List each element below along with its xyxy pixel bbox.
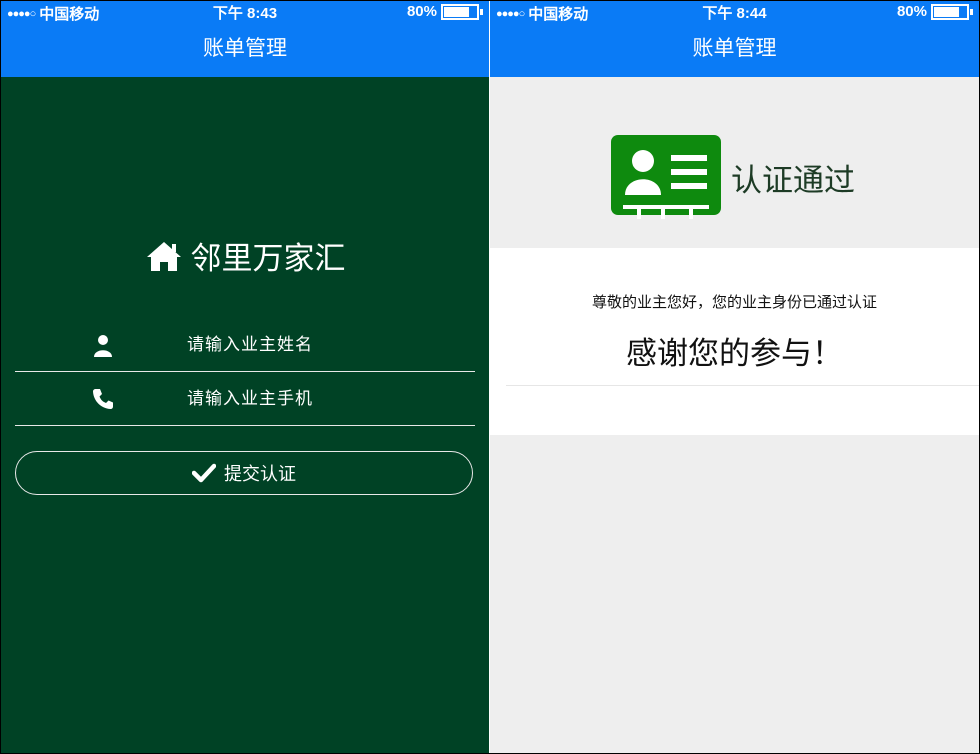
verification-message: 尊敬的业主您好，您的业主身份已通过认证 xyxy=(591,293,877,311)
battery-icon xyxy=(441,3,479,20)
thanks-message: 感谢您的参与！ xyxy=(626,336,843,372)
status-bar: ●●●●○ 中国移动 下午 8:43 80% xyxy=(1,1,489,23)
nav-bar: 账单管理 xyxy=(490,23,979,77)
message-card: 尊敬的业主您好，您的业主身份已通过认证 感谢您的参与！ xyxy=(490,248,979,435)
id-card-icon xyxy=(611,135,721,219)
result-title: 认证通过 xyxy=(731,162,855,199)
success-screen: ●●●●○ 中国移动 下午 8:44 80% 账单管理 认证通过 尊敬的业主您好… xyxy=(490,1,979,753)
battery-icon xyxy=(931,3,969,20)
nav-bar: 账单管理 xyxy=(1,23,489,77)
brand-header: 邻里万家汇 xyxy=(1,233,489,278)
screenshot-frame: ●●●●○ 中国移动 下午 8:43 80% 账单管理 邻里万家汇 请输入业主姓… xyxy=(0,0,980,754)
battery-percent: 80% xyxy=(406,3,437,20)
battery-percent: 80% xyxy=(896,3,927,20)
brand-title: 邻里万家汇 xyxy=(190,241,346,277)
status-bar: ●●●●○ 中国移动 下午 8:44 80% xyxy=(490,1,979,23)
submit-label: 提交认证 xyxy=(224,464,296,485)
home-icon xyxy=(146,241,181,271)
battery-indicator: 80% xyxy=(407,3,483,20)
nav-title: 账单管理 xyxy=(203,36,287,60)
phone-field[interactable]: 请输入业主手机 xyxy=(15,373,475,426)
submit-button[interactable]: 提交认证 xyxy=(15,451,473,495)
battery-tip xyxy=(480,8,483,15)
battery-indicator: 80% xyxy=(897,3,973,20)
name-field[interactable]: 请输入业主姓名 xyxy=(15,319,475,372)
verification-result: 认证通过 xyxy=(611,135,855,219)
phone-input-placeholder[interactable]: 请输入业主手机 xyxy=(187,373,313,425)
user-icon xyxy=(94,335,112,357)
login-screen: ●●●●○ 中国移动 下午 8:43 80% 账单管理 邻里万家汇 请输入业主姓… xyxy=(1,1,489,753)
battery-fill xyxy=(934,6,960,17)
battery-tip xyxy=(970,8,973,15)
name-input-placeholder[interactable]: 请输入业主姓名 xyxy=(187,319,313,371)
nav-title: 账单管理 xyxy=(692,36,777,60)
phone-icon xyxy=(93,389,113,409)
battery-fill xyxy=(444,6,470,17)
check-icon xyxy=(192,463,216,483)
divider xyxy=(506,385,979,386)
